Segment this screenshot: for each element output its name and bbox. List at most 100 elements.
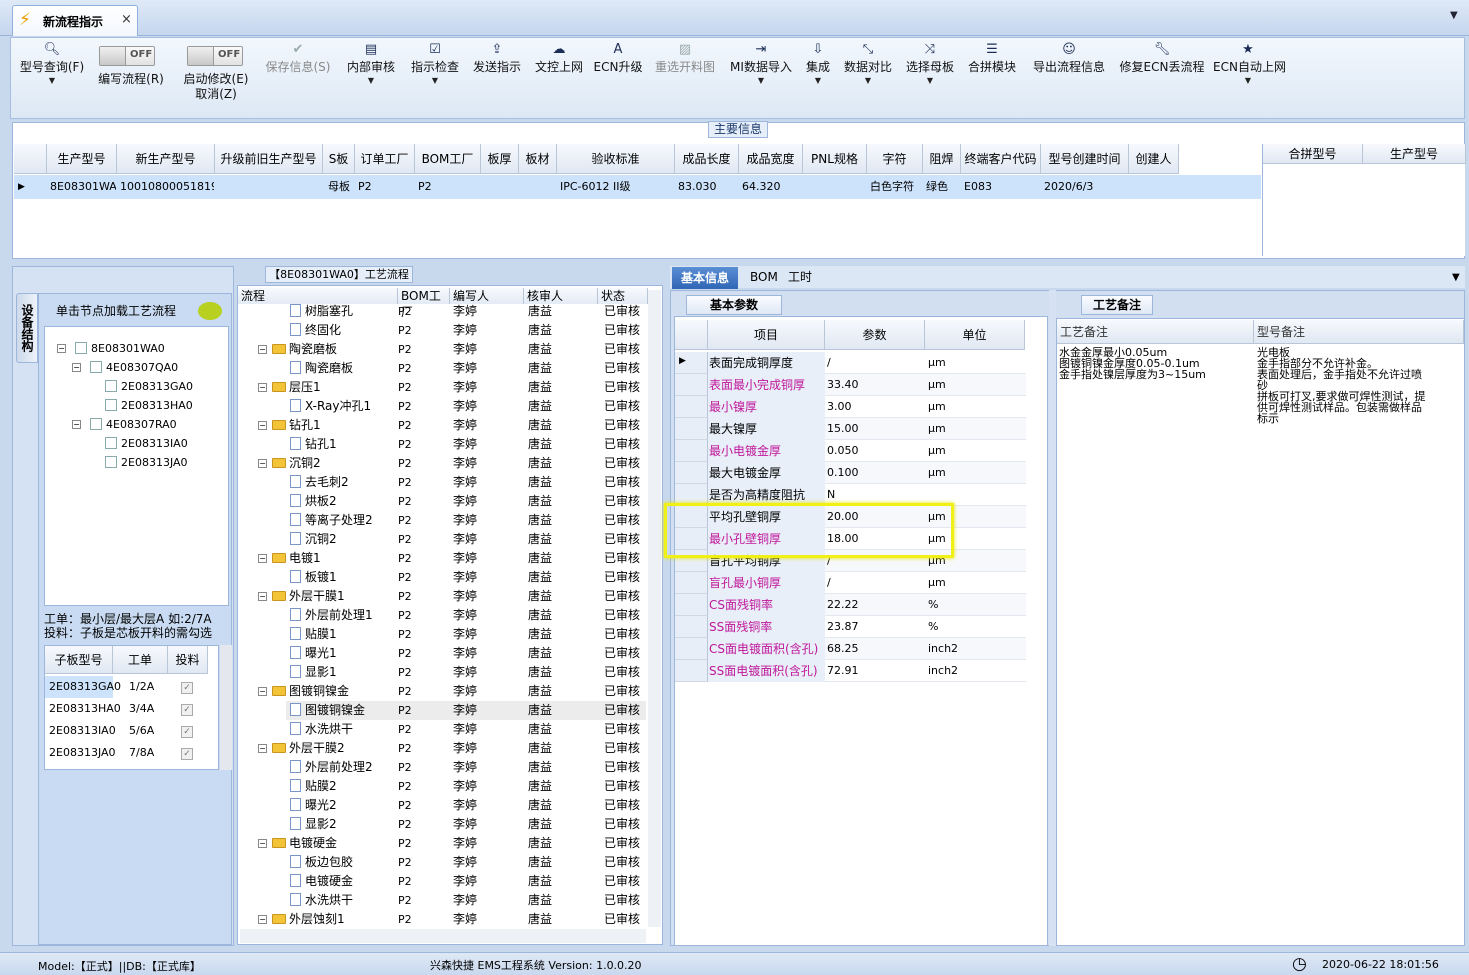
feed-checkbox[interactable]: ✓ [181,681,193,694]
row-header[interactable] [675,418,708,440]
data-compare-button[interactable]: ⤡ 数据对比 ▼ [841,38,895,118]
flow-cell[interactable]: 唐益 [528,587,552,606]
flow-cell[interactable]: 唐益 [528,663,552,682]
board-tree[interactable]: 8E08301WA0 4E08307QA0 2E08313GA0 2E08313HA0… [44,326,229,606]
flow-cell[interactable]: 唐益 [528,701,552,720]
param-cell[interactable]: 72.91 [827,660,859,682]
mi-import-button[interactable]: ⇥ MI数据导入 ▼ [725,38,797,118]
flow-step[interactable]: 钻孔1 [290,435,337,454]
flow-cell[interactable]: 唐益 [528,397,552,416]
unit-cell[interactable]: μm [928,572,946,594]
flow-cell[interactable]: 唐益 [528,473,552,492]
collapse-icon[interactable]: − [258,915,267,924]
row-header[interactable] [675,374,708,396]
flow-cell[interactable]: 已审核 [604,416,640,435]
column-header[interactable]: 订单工厂 [355,144,415,174]
item-cell[interactable]: 最小电镀金厚 [709,440,781,462]
table-cell[interactable]: P2 [418,175,480,199]
flow-cell[interactable]: P2 [398,872,412,891]
row-header[interactable] [675,462,708,484]
flow-cell[interactable]: 李婷 [453,359,477,378]
flow-step[interactable]: 电镀硬金 [290,872,353,891]
flow-cell[interactable]: 唐益 [528,777,552,796]
unit-cell[interactable]: % [928,616,938,638]
tree-node[interactable]: 2E08313GA0 [105,378,193,396]
flow-cell[interactable]: 李婷 [453,815,477,834]
flow-step[interactable]: 板边包胶 [290,853,353,872]
tab-bom[interactable]: BOM [744,267,784,287]
row-header[interactable] [675,572,708,594]
table-cell[interactable]: IPC-6012 II级 [560,175,674,199]
table-cell[interactable] [806,175,866,199]
flow-cell[interactable]: 唐益 [528,454,552,473]
flow-cell[interactable]: P2 [398,834,412,853]
flow-cell[interactable]: 唐益 [528,644,552,663]
export-flow-button[interactable]: ☺ 导出流程信息 [1029,38,1109,118]
flow-cell[interactable]: 已审核 [604,492,640,511]
row-header[interactable] [675,440,708,462]
flow-cell[interactable]: 唐益 [528,549,552,568]
flow-cell[interactable]: 唐益 [528,815,552,834]
basic-params-tab[interactable]: 基本参数 [686,295,782,315]
row-header[interactable] [675,638,708,660]
param-cell[interactable]: 33.40 [827,374,859,396]
table-cell[interactable]: 64.320 [742,175,802,199]
flow-step[interactable]: 贴膜2 [290,777,337,796]
flow-cell[interactable]: P2 [398,397,412,416]
flow-cell[interactable]: 唐益 [528,568,552,587]
flow-cell[interactable]: 唐益 [528,530,552,549]
unit-header[interactable]: 单位 [925,320,1025,350]
flow-step[interactable]: 电镀1 [272,549,321,568]
flow-step[interactable]: 等离子处理2 [290,511,373,530]
work-order-header[interactable]: 工单 [113,646,168,674]
table-cell[interactable]: 绿色 [926,175,960,199]
flow-cell[interactable]: 唐益 [528,872,552,891]
flow-step[interactable]: 沉铜2 [290,530,337,549]
flow-cell[interactable]: P2 [398,739,412,758]
flow-step[interactable]: 贴膜1 [290,625,337,644]
reselect-cutting-button[interactable]: ▨ 重选开料图 [651,38,719,118]
flow-cell[interactable]: P2 [398,511,412,530]
flow-cell[interactable]: 唐益 [528,378,552,397]
flow-cell[interactable]: 唐益 [528,910,552,929]
flow-step[interactable]: 树脂塞孔 [290,302,353,321]
flow-cell[interactable]: 唐益 [528,834,552,853]
tab-basic-info[interactable]: 基本信息 [672,267,738,289]
table-cell[interactable] [484,175,518,199]
flow-cell[interactable]: P2 [398,625,412,644]
flow-cell[interactable]: P2 [398,454,412,473]
table-cell[interactable]: 5/6A [129,720,167,742]
collapse-icon[interactable]: − [258,383,267,392]
table-cell[interactable]: 白色字符 [870,175,922,199]
param-cell[interactable]: 0.050 [827,440,859,462]
column-header[interactable]: 板材 [519,144,557,174]
unit-cell[interactable]: inch2 [928,660,958,682]
flow-cell[interactable]: 已审核 [604,739,640,758]
flow-cell[interactable]: 李婷 [453,530,477,549]
unit-cell[interactable]: μm [928,462,946,484]
flow-cell[interactable]: P2 [398,682,412,701]
flow-step[interactable]: 去毛刺2 [290,473,349,492]
table-cell[interactable]: 2E08313JA0 [49,742,116,764]
flow-step[interactable]: 终固化 [290,321,341,340]
table-cell[interactable]: 83.030 [678,175,738,199]
flow-cell[interactable]: 已审核 [604,644,640,663]
unit-cell[interactable]: inch2 [928,638,958,660]
production-model-header[interactable]: 生产型号 [1363,144,1466,164]
flow-cell[interactable]: P2 [398,416,412,435]
flow-cell[interactable]: 唐益 [528,625,552,644]
param-cell[interactable]: 23.87 [827,616,859,638]
flow-cell[interactable]: P2 [398,891,412,910]
table-cell[interactable]: 2E08313HA0 [49,698,121,720]
flow-vertical-scrollbar[interactable] [648,290,661,927]
flow-cell[interactable]: 已审核 [604,758,640,777]
flow-cell[interactable]: P2 [398,701,412,720]
flow-cell[interactable]: P2 [398,777,412,796]
column-header[interactable]: S板 [323,144,355,174]
unit-cell[interactable]: μm [928,396,946,418]
param-header[interactable]: 参数 [825,320,925,350]
param-cell[interactable]: 68.25 [827,638,859,660]
flow-cell[interactable]: P2 [398,473,412,492]
model-notes-header[interactable]: 型号备注 [1254,320,1464,344]
table-cell[interactable]: 8E08301WA0 [50,175,116,199]
